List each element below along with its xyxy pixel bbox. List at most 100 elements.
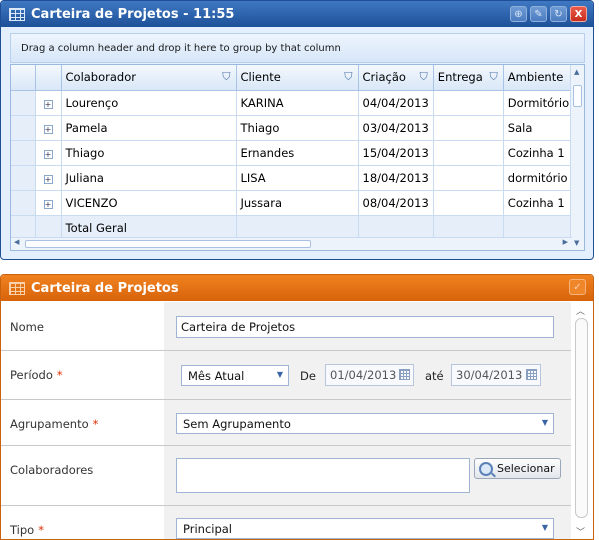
- row-expand-cell: +: [35, 115, 62, 141]
- form-row-colaboradores: Colaboradores Selecionar: [1, 446, 571, 506]
- cell-entrega: [433, 90, 504, 116]
- tipo-label: Tipo: [10, 523, 35, 537]
- zoom-icon[interactable]: ⊕: [510, 6, 527, 22]
- cell-cliente: Ernandes: [236, 140, 359, 166]
- form-row-nome: Nome Carteira de Projetos: [1, 302, 571, 351]
- refresh-icon[interactable]: ↻: [550, 6, 567, 22]
- cell-criacao: 18/04/2013: [358, 165, 434, 191]
- form-row-tipo: Tipo * Principal ▼: [1, 506, 571, 539]
- table-row[interactable]: + Pamela Thiago 03/04/2013 Sala: [11, 115, 575, 141]
- chevron-up-icon[interactable]: ︿: [576, 304, 585, 317]
- grid-header-expand: [35, 65, 62, 91]
- confirm-check-icon[interactable]: ✓: [569, 279, 586, 295]
- form-cell: Principal ▼: [164, 506, 571, 539]
- de-label: De: [300, 369, 316, 383]
- required-marker: *: [38, 523, 44, 537]
- grid-horizontal-scrollbar[interactable]: ◀ ▶: [11, 237, 572, 250]
- row-gutter: [11, 115, 36, 141]
- group-by-hint: Drag a column header and drop it here to…: [21, 42, 341, 54]
- cell-criacao: 03/04/2013: [358, 115, 434, 141]
- periodo-select-value: Mês Atual: [188, 368, 245, 383]
- form-window: Carteira de Projetos ✓ Nome Carteira de …: [0, 274, 594, 540]
- cell-cliente: KARINA: [236, 90, 359, 116]
- column-header-criacao[interactable]: Criação ⛉: [358, 65, 434, 91]
- grid-window-toolbar: ⊕ ✎ ↻ X: [510, 6, 587, 22]
- grid-window-titlebar[interactable]: Carteira de Projetos - 11:55: [1, 1, 593, 27]
- search-icon: [479, 461, 493, 476]
- cell-colaborador: Thiago: [61, 140, 237, 166]
- tipo-label-group: Tipo *: [10, 523, 44, 537]
- cell-criacao: 08/04/2013: [358, 190, 434, 216]
- cell-ambiente: dormitório: [503, 165, 575, 191]
- filter-icon[interactable]: ⛉: [344, 70, 352, 84]
- table-row[interactable]: + Lourenço KARINA 04/04/2013 Dormitório: [11, 90, 575, 116]
- form-scroll-track[interactable]: [575, 318, 588, 518]
- cell-cliente: Jussara: [236, 190, 359, 216]
- row-gutter: [11, 165, 36, 191]
- chevron-down-icon[interactable]: ﹀: [576, 525, 585, 538]
- expand-icon[interactable]: +: [43, 174, 53, 184]
- cell-entrega: [433, 140, 504, 166]
- agrupamento-select-value: Sem Agrupamento: [183, 416, 291, 431]
- form-window-titlebar[interactable]: Carteira de Projetos: [1, 275, 593, 301]
- selecionar-button[interactable]: Selecionar: [474, 458, 561, 479]
- colaboradores-input[interactable]: [176, 458, 470, 493]
- table-row[interactable]: + Juliana LISA 18/04/2013 dormitório: [11, 165, 575, 191]
- cell-cliente: LISA: [236, 165, 359, 191]
- calendar-icon[interactable]: [399, 369, 410, 380]
- date-start-field[interactable]: 01/04/2013: [325, 364, 414, 386]
- cell-colaborador: Pamela: [61, 115, 237, 141]
- date-end-field[interactable]: 30/04/2013: [451, 364, 541, 386]
- cell-colaborador: VICENZO: [61, 190, 237, 216]
- grid-window: Carteira de Projetos - 11:55 ⊕ ✎ ↻ X Dra…: [0, 0, 594, 260]
- periodo-select[interactable]: Mês Atual ▼: [181, 365, 289, 386]
- form-vertical-scrollbar[interactable]: ︿ ﹀: [571, 302, 593, 539]
- scroll-up-icon[interactable]: ▲: [574, 68, 579, 76]
- form-window-icon: [9, 281, 25, 295]
- column-header-cliente[interactable]: Cliente ⛉: [236, 65, 359, 91]
- table-row[interactable]: + Thiago Ernandes 15/04/2013 Cozinha 1: [11, 140, 575, 166]
- cell-ambiente: Cozinha 1: [503, 190, 575, 216]
- cell-entrega: [433, 115, 504, 141]
- edit-icon[interactable]: ✎: [530, 6, 547, 22]
- grid-vertical-scroll-thumb[interactable]: [573, 85, 582, 107]
- column-header-entrega[interactable]: Entrega ⛉: [433, 65, 504, 91]
- expand-icon[interactable]: +: [43, 149, 53, 159]
- column-header-ambiente[interactable]: Ambiente: [503, 65, 575, 91]
- chevron-down-icon: ▼: [541, 418, 548, 427]
- agrupamento-select[interactable]: Sem Agrupamento ▼: [176, 413, 554, 434]
- filter-icon[interactable]: ⛉: [420, 70, 428, 84]
- date-start-value: 01/04/2013: [330, 368, 397, 382]
- group-by-drop-area[interactable]: Drag a column header and drop it here to…: [10, 33, 585, 63]
- tipo-select[interactable]: Principal ▼: [176, 518, 554, 539]
- form-cell: Sem Agrupamento ▼: [164, 400, 571, 445]
- grid-vertical-scrollbar[interactable]: ▲ ▼: [570, 65, 584, 250]
- scroll-left-icon[interactable]: ◀: [14, 238, 19, 246]
- column-header-label: Criação: [362, 70, 406, 85]
- selecionar-button-label: Selecionar: [497, 462, 555, 475]
- expand-icon[interactable]: +: [43, 124, 53, 134]
- scroll-down-icon[interactable]: ▼: [574, 239, 579, 247]
- grid-window-icon: [9, 7, 25, 21]
- form-row-agrupamento: Agrupamento * Sem Agrupamento ▼: [1, 400, 571, 446]
- colaboradores-label: Colaboradores: [10, 463, 94, 477]
- cell-ambiente: Sala: [503, 115, 575, 141]
- filter-icon[interactable]: ⛉: [490, 70, 498, 84]
- expand-icon[interactable]: +: [43, 99, 53, 109]
- form-cell: Mês Atual ▼ De 01/04/2013 até 30/04/2013: [164, 351, 571, 399]
- calendar-icon[interactable]: [526, 369, 537, 380]
- column-header-colaborador[interactable]: Colaborador ⛉: [61, 65, 237, 91]
- nome-label: Nome: [10, 320, 44, 334]
- column-header-label: Colaborador: [65, 70, 136, 85]
- grid-horizontal-scroll-thumb[interactable]: [25, 240, 311, 248]
- expand-icon[interactable]: +: [43, 199, 53, 209]
- table-row[interactable]: + VICENZO Jussara 08/04/2013 Cozinha 1: [11, 190, 575, 216]
- cell-ambiente: Dormitório: [503, 90, 575, 116]
- close-icon[interactable]: X: [570, 6, 587, 22]
- grid-header-row: Colaborador ⛉ Cliente ⛉ Criação ⛉ Entrega ⛉ …: [11, 65, 575, 91]
- scroll-right-icon[interactable]: ▶: [563, 238, 568, 246]
- nome-input[interactable]: Carteira de Projetos: [176, 316, 554, 338]
- projects-grid: Colaborador ⛉ Cliente ⛉ Criação ⛉ Entrega ⛉ …: [10, 64, 585, 251]
- filter-icon[interactable]: ⛉: [222, 70, 230, 84]
- cell-cliente: Thiago: [236, 115, 359, 141]
